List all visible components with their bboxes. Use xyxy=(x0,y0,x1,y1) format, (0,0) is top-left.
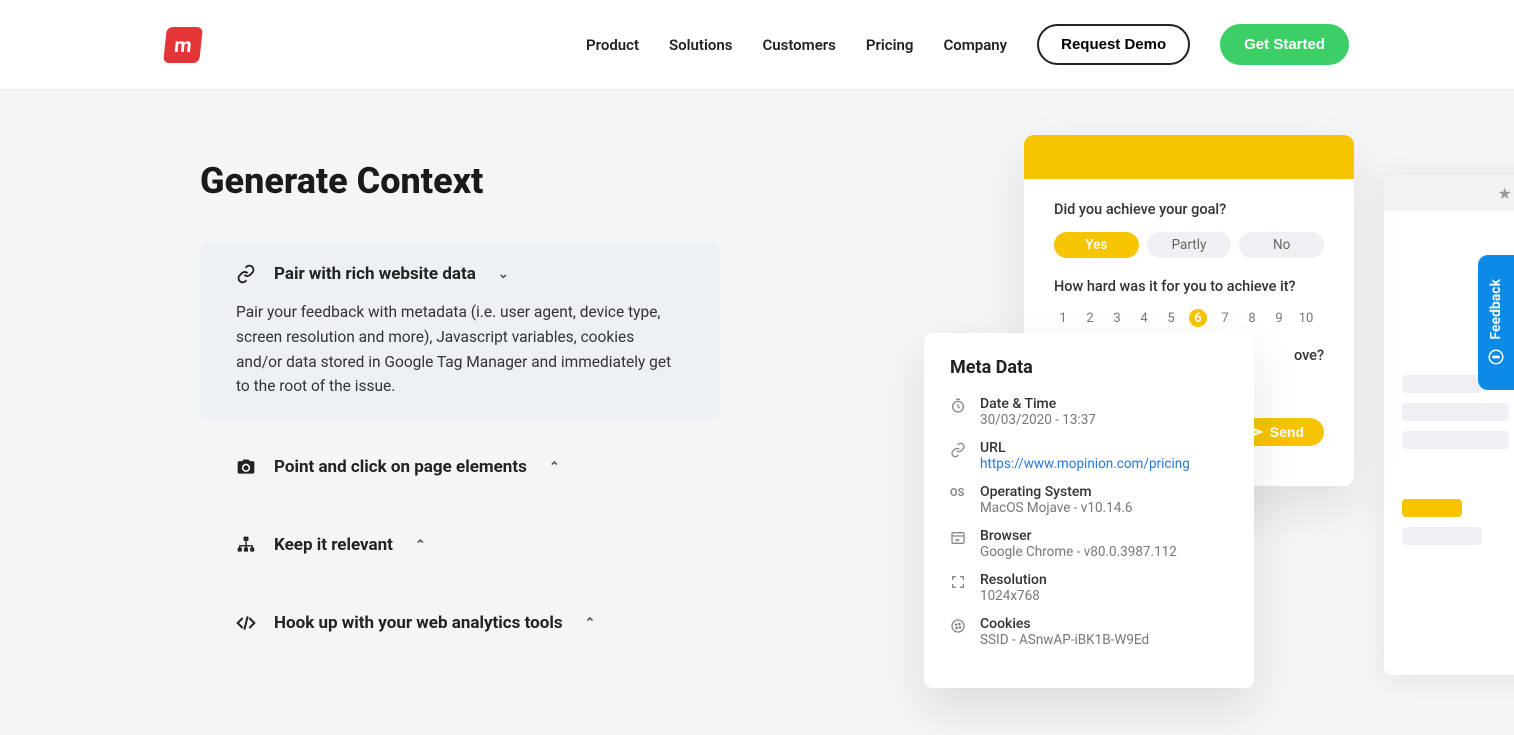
accordion-title: Hook up with your web analytics tools xyxy=(274,613,563,633)
meta-value: SSID - ASnwAP-iBK1B-W9Ed xyxy=(980,632,1149,648)
accordion-relevant[interactable]: Keep it relevant ⌃ xyxy=(200,513,720,577)
survey-options: Yes Partly No xyxy=(1054,232,1324,258)
survey-q1: Did you achieve your goal? xyxy=(1054,201,1324,218)
expand-icon xyxy=(950,574,968,593)
scale-2[interactable]: 2 xyxy=(1081,309,1099,327)
get-started-button[interactable]: Get Started xyxy=(1220,24,1349,65)
page-headline: Generate Context xyxy=(200,160,720,202)
survey-q2: How hard was it for you to achieve it? xyxy=(1054,278,1324,295)
accordion-title: Pair with rich website data xyxy=(274,264,476,284)
scale-8[interactable]: 8 xyxy=(1243,309,1261,327)
skeleton-line xyxy=(1402,499,1462,517)
cookie-icon xyxy=(950,618,968,637)
metadata-card: Meta Data Date & Time 30/03/2020 - 13:37… xyxy=(924,333,1254,688)
accordion-analytics[interactable]: Hook up with your web analytics tools ⌃ xyxy=(200,591,720,655)
nav-company[interactable]: Company xyxy=(943,36,1007,54)
nav-customers[interactable]: Customers xyxy=(762,36,835,54)
survey-scale: 1 2 3 4 5 6 7 8 9 10 xyxy=(1054,309,1324,327)
link-icon xyxy=(950,442,968,461)
content-left: Generate Context Pair with rich website … xyxy=(200,160,720,669)
nav: Product Solutions Customers Pricing Comp… xyxy=(586,24,1349,65)
accordion-header[interactable]: Point and click on page elements ⌃ xyxy=(236,457,684,477)
scale-9[interactable]: 9 xyxy=(1270,309,1288,327)
meta-value: Google Chrome - v80.0.3987.112 xyxy=(980,544,1177,560)
illustration: ★ ••• Did you achieve your goal? Yes Par… xyxy=(1024,135,1484,735)
logo[interactable]: m xyxy=(163,27,203,63)
accordion-body: Pair your feedback with metadata (i.e. u… xyxy=(236,300,684,399)
meta-value: 30/03/2020 - 13:37 xyxy=(980,412,1096,428)
feedback-tab[interactable]: Feedback xyxy=(1478,255,1514,390)
chevron-down-icon: ⌄ xyxy=(498,267,509,282)
code-icon xyxy=(236,613,256,633)
chevron-up-icon: ⌃ xyxy=(549,460,560,475)
meta-row-url: URL https://www.mopinion.com/pricing xyxy=(950,440,1228,472)
survey-topbar xyxy=(1024,135,1354,179)
browser-icon xyxy=(950,530,968,549)
nav-solutions[interactable]: Solutions xyxy=(669,36,732,54)
skeleton-line xyxy=(1402,431,1509,449)
main: Generate Context Pair with rich website … xyxy=(0,90,1514,676)
meta-row-resolution: Resolution 1024x768 xyxy=(950,572,1228,604)
meta-label: Resolution xyxy=(980,572,1047,588)
chevron-up-icon: ⌃ xyxy=(585,616,596,631)
scale-7[interactable]: 7 xyxy=(1216,309,1234,327)
opt-no[interactable]: No xyxy=(1239,232,1324,258)
meta-label: Cookies xyxy=(980,616,1149,632)
meta-value: MacOS Mojave - v10.14.6 xyxy=(980,500,1132,516)
skeleton-line xyxy=(1402,527,1482,545)
accordion-title: Keep it relevant xyxy=(274,535,393,555)
accordion-pair-data[interactable]: Pair with rich website data ⌄ Pair your … xyxy=(200,242,720,421)
nav-pricing[interactable]: Pricing xyxy=(866,36,914,54)
metadata-title: Meta Data xyxy=(950,357,1228,378)
scale-4[interactable]: 4 xyxy=(1135,309,1153,327)
chat-icon xyxy=(1487,348,1505,366)
scale-5[interactable]: 5 xyxy=(1162,309,1180,327)
scale-3[interactable]: 3 xyxy=(1108,309,1126,327)
opt-partly[interactable]: Partly xyxy=(1147,232,1232,258)
skeleton-line xyxy=(1402,375,1482,393)
meta-row-os: OS Operating System MacOS Mojave - v10.1… xyxy=(950,484,1228,516)
feedback-tab-label: Feedback xyxy=(1488,279,1504,340)
opt-yes[interactable]: Yes xyxy=(1054,232,1139,258)
clock-icon xyxy=(950,398,968,417)
meta-row-cookies: Cookies SSID - ASnwAP-iBK1B-W9Ed xyxy=(950,616,1228,648)
meta-label: Date & Time xyxy=(980,396,1096,412)
os-icon: OS xyxy=(950,486,968,499)
meta-value: 1024x768 xyxy=(980,588,1047,604)
camera-icon xyxy=(236,457,256,477)
meta-label: Operating System xyxy=(980,484,1132,500)
meta-value[interactable]: https://www.mopinion.com/pricing xyxy=(980,456,1190,472)
accordion-header[interactable]: Pair with rich website data ⌄ xyxy=(236,264,684,284)
sitemap-icon xyxy=(236,535,256,555)
accordion-title: Point and click on page elements xyxy=(274,457,527,477)
meta-row-datetime: Date & Time 30/03/2020 - 13:37 xyxy=(950,396,1228,428)
accordion-header[interactable]: Keep it relevant ⌃ xyxy=(236,535,684,555)
meta-row-browser: Browser Google Chrome - v80.0.3987.112 xyxy=(950,528,1228,560)
scale-10[interactable]: 10 xyxy=(1297,309,1315,327)
scale-6[interactable]: 6 xyxy=(1189,309,1207,327)
nav-product[interactable]: Product xyxy=(586,36,639,54)
skeleton-line xyxy=(1402,403,1509,421)
background-browser: ★ ••• xyxy=(1384,175,1514,675)
star-icon: ★ xyxy=(1497,184,1511,203)
meta-label: URL xyxy=(980,440,1190,456)
header: m Product Solutions Customers Pricing Co… xyxy=(0,0,1514,90)
browser-chrome: ★ ••• xyxy=(1384,175,1514,211)
chevron-up-icon: ⌃ xyxy=(415,538,426,553)
link-icon xyxy=(236,264,256,284)
send-label: Send xyxy=(1270,424,1304,440)
accordion-header[interactable]: Hook up with your web analytics tools ⌃ xyxy=(236,613,684,633)
request-demo-button[interactable]: Request Demo xyxy=(1037,24,1190,65)
scale-1[interactable]: 1 xyxy=(1054,309,1072,327)
accordion-point-click[interactable]: Point and click on page elements ⌃ xyxy=(200,435,720,499)
meta-label: Browser xyxy=(980,528,1177,544)
